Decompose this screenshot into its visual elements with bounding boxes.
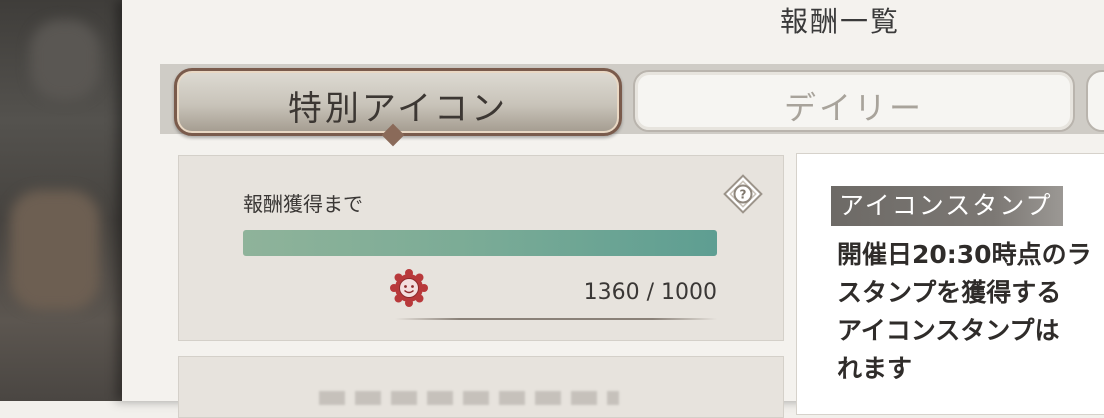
tab-special-icon[interactable]: 特別アイコン: [174, 68, 622, 147]
tab-label: 特別アイコン: [287, 89, 509, 129]
question-diamond-icon[interactable]: ?: [723, 174, 763, 214]
description-heading: アイコンスタンプ: [831, 186, 1063, 226]
description-line: れます: [837, 354, 913, 383]
tab-next-partial[interactable]: [1086, 70, 1104, 132]
count-underline: [395, 318, 717, 320]
description-line: スタンプを獲得する: [837, 278, 1062, 307]
tab-daily[interactable]: デイリー: [633, 70, 1075, 132]
page-title: 報酬一覧: [780, 5, 901, 38]
progress-bar: [243, 230, 717, 256]
description-text: 開催日20:30時点のラ スタンプを獲得する アイコンスタンプは れます: [837, 236, 1104, 388]
description-line: 開催日20:30時点のラ: [837, 240, 1092, 269]
cut-off-text: [319, 391, 619, 405]
reward-progress-card: 報酬獲得まで ? 1360 / 1000: [178, 155, 784, 341]
background-shape: [30, 20, 100, 100]
background-scene: [0, 0, 122, 401]
red-flower-medal-icon: [390, 269, 428, 307]
progress-label: 報酬獲得まで: [243, 192, 363, 216]
svg-text:?: ?: [740, 188, 747, 202]
progress-count: 1360 / 1000: [583, 280, 717, 305]
description-card: アイコンスタンプ 開催日20:30時点のラ スタンプを獲得する アイコンスタンプ…: [796, 153, 1104, 415]
background-figure: [10, 190, 100, 310]
tab-label: デイリー: [783, 89, 924, 127]
reward-list-card: [178, 356, 784, 418]
description-line: アイコンスタンプは: [837, 316, 1060, 345]
progress-bar-fill: [243, 230, 717, 256]
